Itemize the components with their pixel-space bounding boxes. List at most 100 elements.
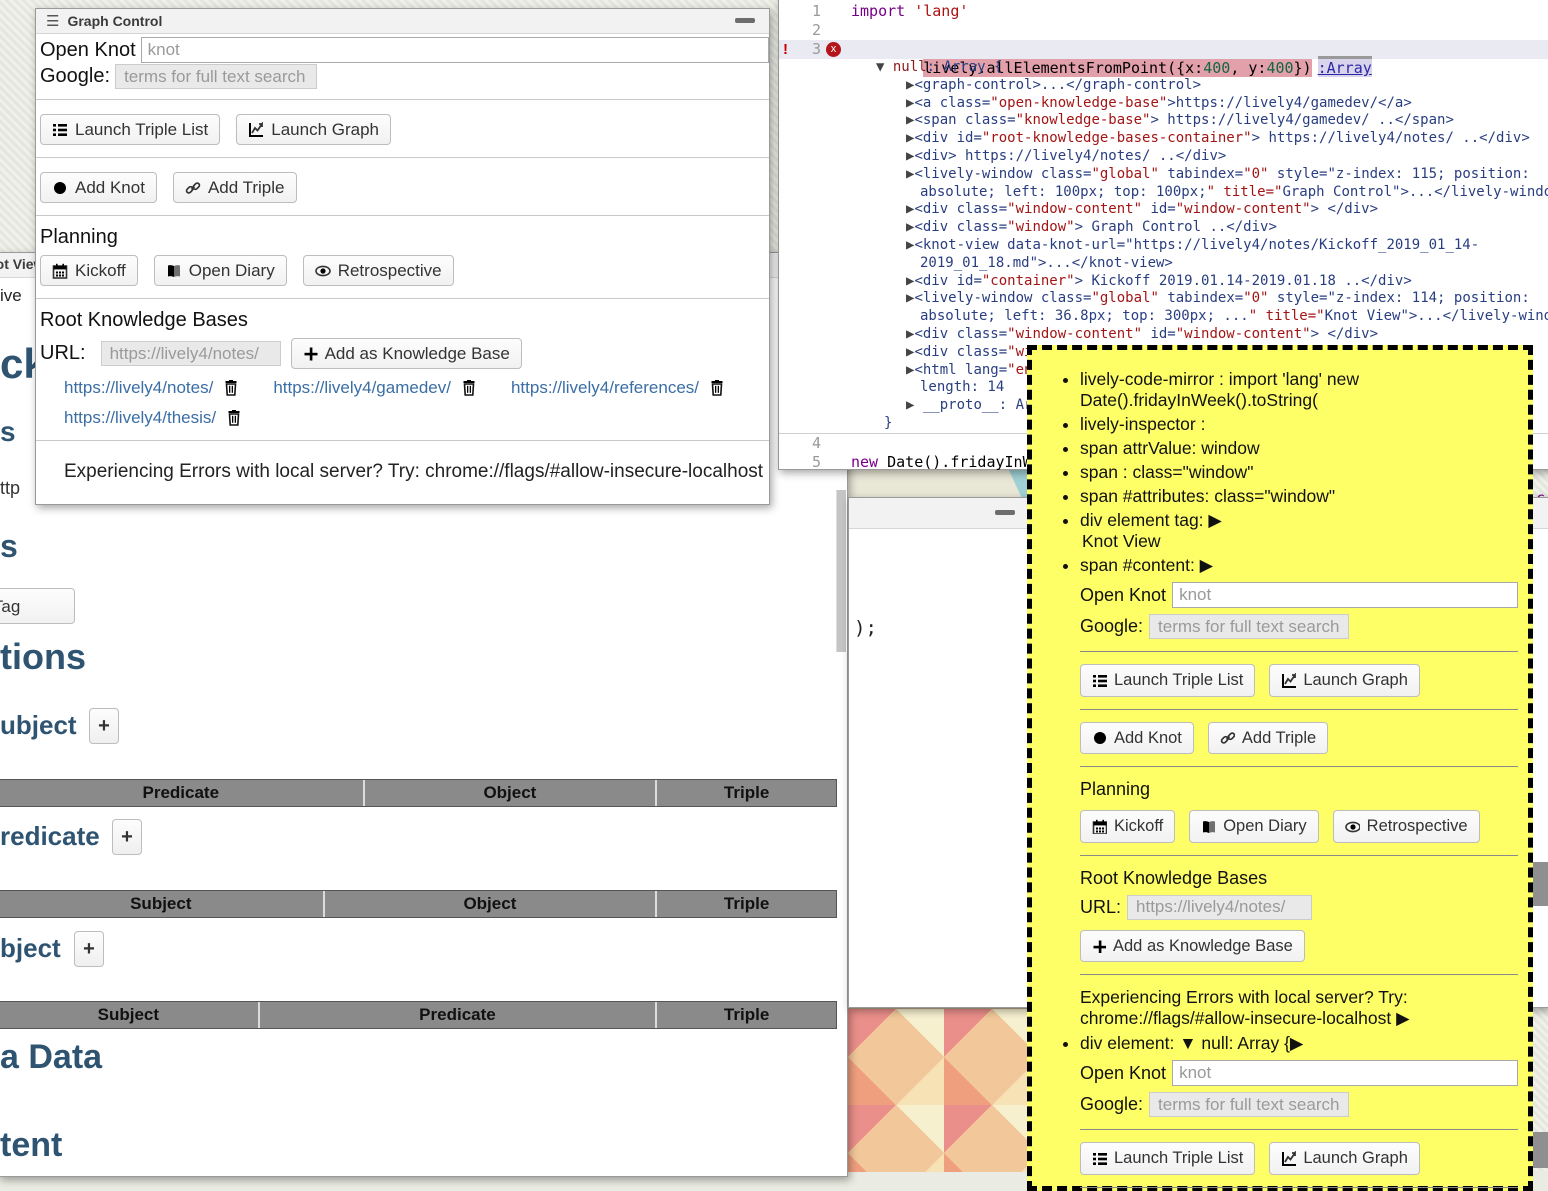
- table-column-header: Triple: [657, 891, 836, 917]
- window-title: Graph Control: [67, 13, 162, 29]
- url-fragment[interactable]: ttp: [0, 478, 20, 499]
- line-number: 4: [799, 434, 821, 453]
- add-triple-button[interactable]: Add Triple: [1208, 722, 1328, 755]
- inspector-tree-line[interactable]: ▶<div class="window"> Graph Control ..</…: [779, 219, 1548, 237]
- add-subject-button[interactable]: +: [89, 708, 119, 744]
- scrollbar-thumb[interactable]: [1533, 1132, 1548, 1168]
- link-fragment[interactable]: ive: [0, 286, 22, 306]
- launch-graph-button[interactable]: Launch Graph: [236, 114, 391, 145]
- inspector-tree-line[interactable]: ▶<div id="container"> Kickoff 2019.01.14…: [779, 273, 1548, 291]
- add-tag-button[interactable]: d Tag: [0, 588, 75, 624]
- open-knot-input[interactable]: [141, 37, 769, 63]
- add-knowledge-base-button[interactable]: Add as Knowledge Base: [291, 338, 522, 369]
- code-line[interactable]: import 'lang': [845, 2, 968, 21]
- calendar-icon: [52, 263, 68, 279]
- tooltip-item: span #attributes: class="window": [1080, 486, 1518, 507]
- add-knowledge-base-button[interactable]: Add as Knowledge Base: [1080, 930, 1305, 963]
- code-line[interactable]: [845, 21, 851, 40]
- retrospective-button[interactable]: Retrospective: [303, 255, 454, 286]
- inspector-tree-line[interactable]: ▶<lively-window class="global" tabindex=…: [779, 166, 1548, 184]
- editor-line-3[interactable]: ! 3 x lively.allElementsFromPoint({x:400…: [779, 40, 1548, 59]
- line-number: 3: [799, 40, 821, 59]
- scrollbar-thumb[interactable]: [836, 490, 846, 652]
- inspector-tree-line[interactable]: ▶<div class="window-content" id="window-…: [779, 201, 1548, 219]
- code-line[interactable]: [845, 434, 851, 453]
- knowledge-base-link[interactable]: https://lively4/thesis/: [64, 408, 216, 428]
- google-search-input[interactable]: [115, 64, 317, 89]
- url-label: URL:: [40, 342, 86, 365]
- open-knot-label: Open Knot: [1080, 1063, 1166, 1084]
- add-knot-button[interactable]: Add Knot: [40, 172, 157, 203]
- kb-url-input[interactable]: [101, 341, 281, 366]
- editor-line-2[interactable]: 2: [779, 21, 1548, 40]
- kickoff-button[interactable]: Kickoff: [1080, 810, 1175, 843]
- tooltip-item: lively-inspector :: [1080, 414, 1518, 435]
- inspector-tree-line[interactable]: ▶<knot-view data-knot-url="https://livel…: [779, 237, 1548, 255]
- graph-control-titlebar[interactable]: ☰ Graph Control: [36, 9, 769, 34]
- inspector-tree-line[interactable]: absolute; left: 36.8px; top: 300px; ..."…: [779, 308, 1548, 326]
- knowledge-base-link[interactable]: https://lively4/gamedev/: [273, 378, 451, 398]
- planning-heading: Planning: [1080, 779, 1518, 800]
- add-knot-button[interactable]: Add Knot: [1080, 722, 1194, 755]
- add-triple-button[interactable]: Add Triple: [173, 172, 297, 203]
- minimize-button[interactable]: [735, 18, 755, 23]
- google-search-input[interactable]: [1149, 1092, 1349, 1117]
- open-knot-input[interactable]: [1172, 582, 1518, 608]
- trash-icon[interactable]: [223, 380, 239, 396]
- inspector-tree-line[interactable]: ▶<div id="root-knowledge-bases-container…: [779, 130, 1548, 148]
- trash-icon[interactable]: [461, 380, 477, 396]
- open-diary-button[interactable]: Open Diary: [154, 255, 287, 286]
- open-knot-input[interactable]: [1172, 1060, 1518, 1086]
- table-column-header: Triple: [657, 780, 836, 806]
- table-column-header: Predicate: [0, 780, 365, 806]
- list-icon: [52, 122, 68, 138]
- code-line[interactable]: new Date().fridayInW: [845, 453, 1032, 472]
- knowledge-base-item: https://lively4/notes/: [64, 378, 239, 398]
- launch-graph-button[interactable]: Launch Graph: [1269, 1142, 1420, 1175]
- knowledge-base-link[interactable]: https://lively4/references/: [511, 378, 699, 398]
- minimize-button[interactable]: [995, 510, 1015, 515]
- google-search-input[interactable]: [1149, 614, 1349, 639]
- add-object-button[interactable]: +: [74, 931, 104, 967]
- heading-fragment-data: a Data: [0, 1038, 102, 1077]
- local-server-hint: Experiencing Errors with local server? T…: [40, 451, 769, 483]
- wallpaper-strip: [847, 470, 1027, 497]
- launch-triple-list-button[interactable]: Launch Triple List: [40, 114, 220, 145]
- inspector-tree-line[interactable]: ▶<div> https://lively4/notes/ ..</div>: [779, 148, 1548, 166]
- editor-line-1[interactable]: 1 import 'lang': [779, 2, 1548, 21]
- plus-icon: [1092, 939, 1106, 953]
- knot-view-label: Knot View: [1082, 531, 1518, 552]
- launch-graph-button[interactable]: Launch Graph: [1269, 664, 1420, 697]
- inspector-tree-line[interactable]: 2019_01_18.md">...</knot-view>: [779, 255, 1548, 273]
- inspector-tree-line[interactable]: ▶<lively-window class="global" tabindex=…: [779, 290, 1548, 308]
- chart-icon: [1281, 1151, 1296, 1166]
- inspector-tree-line[interactable]: ▶<span class="knowledge-base"> https://l…: [779, 112, 1548, 130]
- retrospective-button[interactable]: Retrospective: [1333, 810, 1480, 843]
- kickoff-button[interactable]: Kickoff: [40, 255, 138, 286]
- scrollbar-thumb[interactable]: [1533, 862, 1548, 906]
- error-icon[interactable]: x: [826, 42, 841, 57]
- trash-icon[interactable]: [709, 380, 725, 396]
- kb-url-input[interactable]: [1127, 895, 1312, 920]
- knowledge-base-link[interactable]: https://lively4/notes/: [64, 378, 213, 398]
- inspector-tree-line[interactable]: ▶<a class="open-knowledge-base">https://…: [779, 95, 1548, 113]
- launch-triple-list-button[interactable]: Launch Triple List: [1080, 1142, 1255, 1175]
- inspector-tree-line[interactable]: ▶<div class="window-content" id="window-…: [779, 326, 1548, 344]
- add-predicate-button[interactable]: +: [112, 819, 142, 855]
- trash-icon[interactable]: [226, 410, 242, 426]
- code-line[interactable]: lively.allElementsFromPoint({x:400, y:40…: [845, 40, 1372, 59]
- table-column-header: Subject: [0, 1002, 260, 1028]
- line-number: 1: [799, 2, 821, 21]
- launch-triple-list-button[interactable]: Launch Triple List: [1080, 664, 1255, 697]
- heading-fragment-tions: tions: [0, 636, 86, 678]
- chart-icon: [1281, 673, 1296, 688]
- root-kb-heading: Root Knowledge Bases: [40, 309, 769, 332]
- local-server-hint: Experiencing Errors with local server? T…: [1080, 987, 1518, 1029]
- open-diary-button[interactable]: Open Diary: [1189, 810, 1318, 843]
- wallpaper-triangles: [848, 1008, 1027, 1172]
- type-annotation[interactable]: :Array: [1318, 56, 1372, 77]
- menu-icon[interactable]: ☰: [46, 12, 59, 30]
- heading-fragment-content: tent: [0, 1126, 62, 1165]
- inspector-tree-line[interactable]: absolute; left: 100px; top: 100px;" titl…: [779, 184, 1548, 202]
- triples-table-header-1: PredicateObjectTriple: [0, 779, 837, 807]
